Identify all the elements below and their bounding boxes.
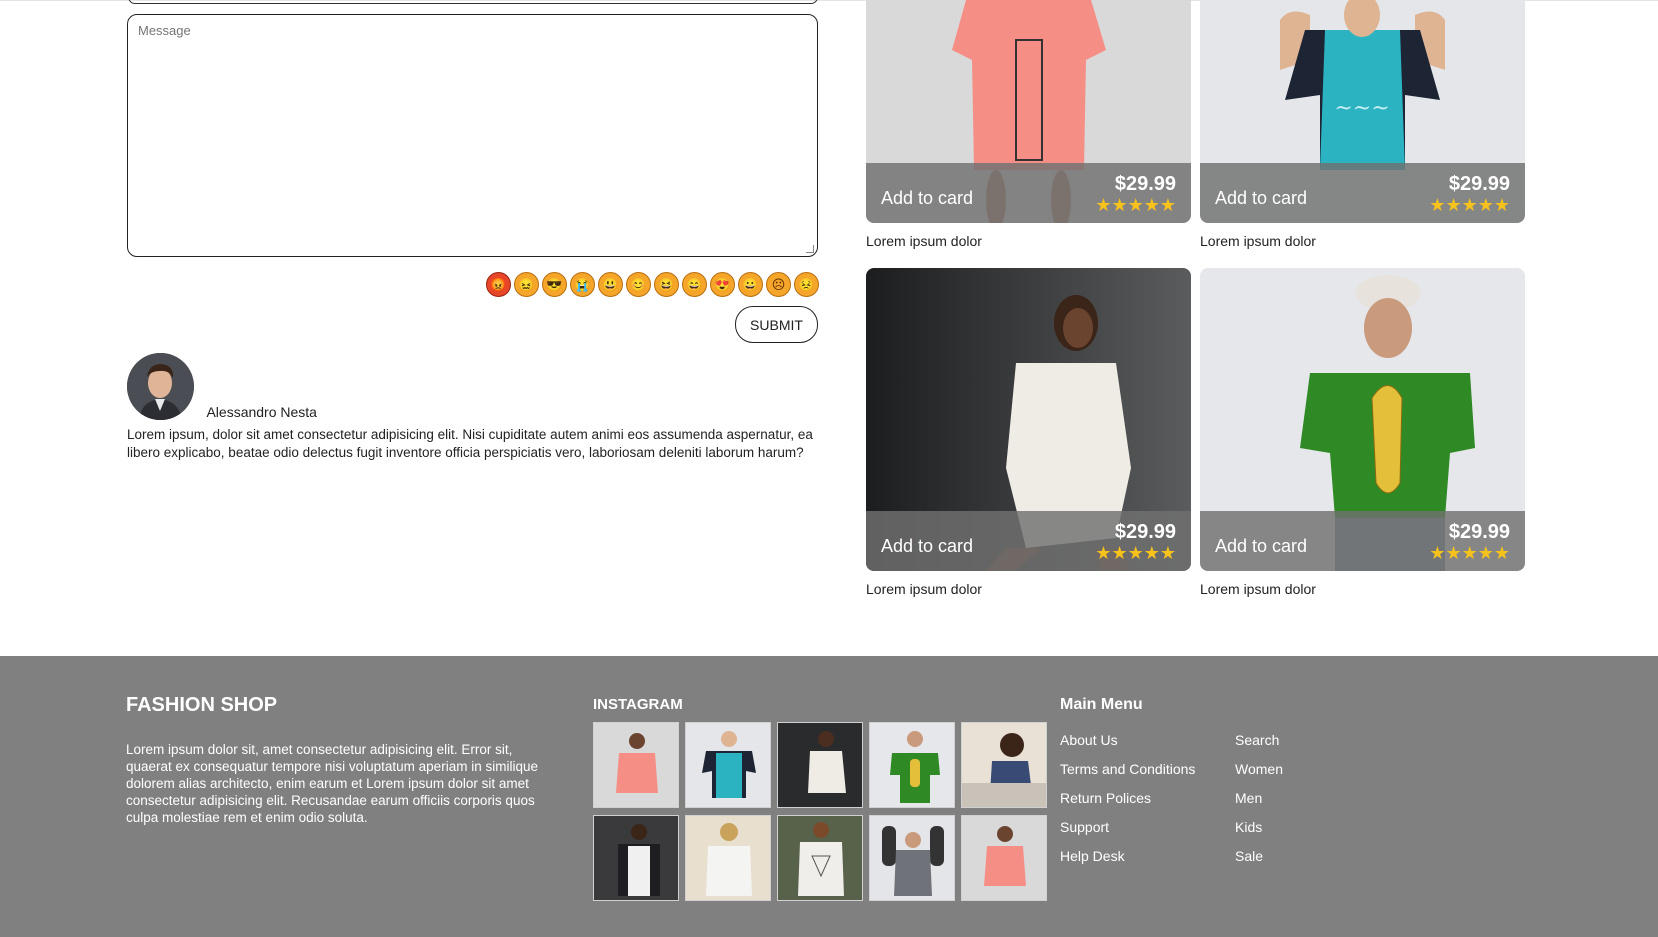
product-card: ~~~ Add to card $29.99 ★★★★★ Lorem ipsum… (1200, 0, 1525, 249)
menu-link-terms[interactable]: Terms and Conditions (1060, 755, 1195, 784)
product-image[interactable]: ~~~ Add to card $29.99 ★★★★★ (1200, 0, 1525, 223)
main-menu-list: About Us Terms and Conditions Return Pol… (1060, 726, 1195, 871)
menu-link-about-us[interactable]: About Us (1060, 726, 1195, 755)
footer: FASHION SHOP Lorem ipsum dolor sit, amet… (0, 656, 1658, 937)
instagram-thumbnail[interactable] (593, 722, 679, 808)
menu-link-support[interactable]: Support (1060, 813, 1195, 842)
instagram-grid (593, 722, 1047, 901)
emoji-sunglasses-icon[interactable]: 😎 (542, 272, 567, 297)
comment-text: Lorem ipsum, dolor sit amet consectetur … (127, 427, 813, 460)
instagram-thumbnail[interactable] (777, 815, 863, 901)
price-bar: Add to card $29.99 ★★★★★ (1200, 163, 1525, 223)
footer-brand-title: FASHION SHOP (126, 694, 278, 716)
emoji-tired-icon[interactable]: 😖 (514, 272, 539, 297)
main-menu-title: Main Menu (1060, 696, 1143, 713)
product-caption: Lorem ipsum dolor (866, 581, 982, 597)
rating-stars-icon: ★★★★★ (1429, 194, 1510, 215)
emoji-sad-icon[interactable]: ☹ (766, 272, 791, 297)
price-bar: Add to card $29.99 ★★★★★ (1200, 511, 1525, 571)
emoji-crying-icon[interactable]: 😭 (570, 272, 595, 297)
product-caption: Lorem ipsum dolor (866, 233, 982, 249)
resize-handle[interactable] (806, 245, 814, 253)
rating-stars-icon: ★★★★★ (1095, 194, 1176, 215)
instagram-thumbnail[interactable] (961, 815, 1047, 901)
price-bar: Add to card $29.99 ★★★★★ (866, 511, 1191, 571)
product-caption: Lorem ipsum dolor (1200, 581, 1316, 597)
rating-stars-icon: ★★★★★ (1429, 542, 1510, 563)
price: $29.99 (1448, 172, 1510, 195)
previous-input-field[interactable] (128, 0, 818, 4)
emoji-confounded-icon[interactable]: 😣 (794, 272, 819, 297)
instagram-thumbnail[interactable] (961, 722, 1047, 808)
menu-link-men[interactable]: Men (1235, 784, 1283, 813)
add-to-card-button[interactable]: Add to card (1215, 536, 1307, 557)
message-textarea[interactable] (138, 23, 807, 248)
menu-link-search[interactable]: Search (1235, 726, 1283, 755)
emoji-happy-icon[interactable]: 😄 (682, 272, 707, 297)
menu-link-women[interactable]: Women (1235, 755, 1283, 784)
add-to-card-button[interactable]: Add to card (1215, 188, 1307, 209)
emoji-grin-icon[interactable]: 😃 (598, 272, 623, 297)
instagram-thumbnail[interactable] (777, 722, 863, 808)
instagram-thumbnail[interactable] (869, 722, 955, 808)
submit-button[interactable]: SUBMIT (735, 306, 818, 343)
product-caption: Lorem ipsum dolor (1200, 233, 1316, 249)
emoji-picker: 😡 😖 😎 😭 😃 😊 😆 😄 😍 😀 ☹ 😣 (486, 272, 819, 298)
price: $29.99 (1114, 172, 1176, 195)
instagram-thumbnail[interactable] (593, 815, 679, 901)
svg-text:~~~: ~~~ (1334, 96, 1389, 121)
product-card: Add to card $29.99 ★★★★★ Lorem ipsum dol… (866, 268, 1191, 597)
product-image[interactable]: Add to card $29.99 ★★★★★ (1200, 268, 1525, 571)
emoji-angry-icon[interactable]: 😡 (486, 272, 511, 297)
rating-stars-icon: ★★★★★ (1095, 542, 1176, 563)
menu-link-sale[interactable]: Sale (1235, 842, 1283, 871)
price: $29.99 (1448, 520, 1510, 543)
product-image[interactable]: Add to card $29.99 ★★★★★ (866, 0, 1191, 223)
comment: Alessandro Nesta Lorem ipsum, dolor sit … (127, 353, 822, 462)
emoji-heart-eyes-icon[interactable]: 😍 (710, 272, 735, 297)
product-shirt (952, 0, 1106, 170)
instagram-thumbnail[interactable] (685, 815, 771, 901)
add-to-card-button[interactable]: Add to card (881, 536, 973, 557)
emoji-smile-icon[interactable]: 😊 (626, 272, 651, 297)
footer-brand-text: Lorem ipsum dolor sit, amet consectetur … (126, 742, 538, 825)
product-image[interactable]: Add to card $29.99 ★★★★★ (866, 268, 1191, 571)
price: $29.99 (1114, 520, 1176, 543)
add-to-card-button[interactable]: Add to card (881, 188, 973, 209)
price-bar: Add to card $29.99 ★★★★★ (866, 163, 1191, 223)
emoji-laugh-icon[interactable]: 😆 (654, 272, 679, 297)
avatar (127, 353, 194, 420)
instagram-title: INSTAGRAM (593, 696, 683, 713)
instagram-thumbnail[interactable] (685, 722, 771, 808)
instagram-thumbnail[interactable] (869, 815, 955, 901)
menu-link-help-desk[interactable]: Help Desk (1060, 842, 1195, 871)
menu-link-return-polices[interactable]: Return Polices (1060, 784, 1195, 813)
menu-link-kids[interactable]: Kids (1235, 813, 1283, 842)
secondary-menu-list: Search Women Men Kids Sale (1235, 726, 1283, 871)
product-card: Add to card $29.99 ★★★★★ Lorem ipsum dol… (1200, 268, 1525, 597)
emoji-big-grin-icon[interactable]: 😀 (738, 272, 763, 297)
comment-author: Alessandro Nesta (206, 404, 317, 420)
product-card: Add to card $29.99 ★★★★★ Lorem ipsum dol… (866, 0, 1191, 249)
message-field-wrapper (127, 14, 818, 257)
